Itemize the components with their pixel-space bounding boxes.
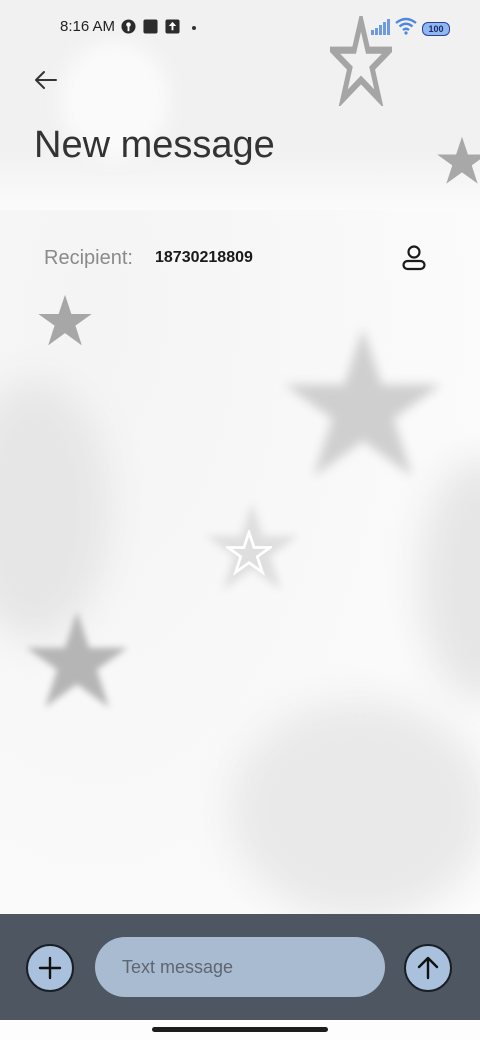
recipient-number[interactable]: 18730218809 xyxy=(155,249,253,267)
add-attachment-button[interactable] xyxy=(26,944,74,992)
star-shape xyxy=(26,611,128,708)
background-blob xyxy=(230,700,480,920)
status-time: 8:16 AM xyxy=(60,18,116,35)
notification-square-icon xyxy=(143,19,158,34)
cellular-signal-icon xyxy=(371,19,390,35)
recipient-row[interactable]: Recipient: 18730218809 xyxy=(44,244,434,274)
star-shape xyxy=(437,136,480,184)
page-title: New message xyxy=(34,124,275,166)
star-shape xyxy=(284,328,442,477)
star-shape xyxy=(38,294,92,346)
person-icon xyxy=(402,245,426,271)
message-input[interactable] xyxy=(95,937,385,997)
background-blob xyxy=(0,380,110,640)
dot-icon xyxy=(192,26,196,30)
arrow-up-icon xyxy=(417,956,439,980)
add-contact-button[interactable] xyxy=(398,242,430,274)
wifi-icon xyxy=(395,17,417,35)
plus-icon xyxy=(38,956,62,980)
arrow-left-icon xyxy=(35,71,57,89)
background-blob xyxy=(420,460,480,700)
star-outline-shape xyxy=(226,530,272,576)
home-indicator[interactable] xyxy=(152,1027,328,1032)
back-button[interactable] xyxy=(30,64,62,96)
recipient-label: Recipient: xyxy=(44,247,133,269)
status-bar: 8:16 AM 100 xyxy=(0,0,480,56)
upload-icon xyxy=(165,19,180,34)
battery-icon: 100 xyxy=(422,22,450,36)
send-button[interactable] xyxy=(404,944,452,992)
vpn-key-icon xyxy=(121,19,136,34)
